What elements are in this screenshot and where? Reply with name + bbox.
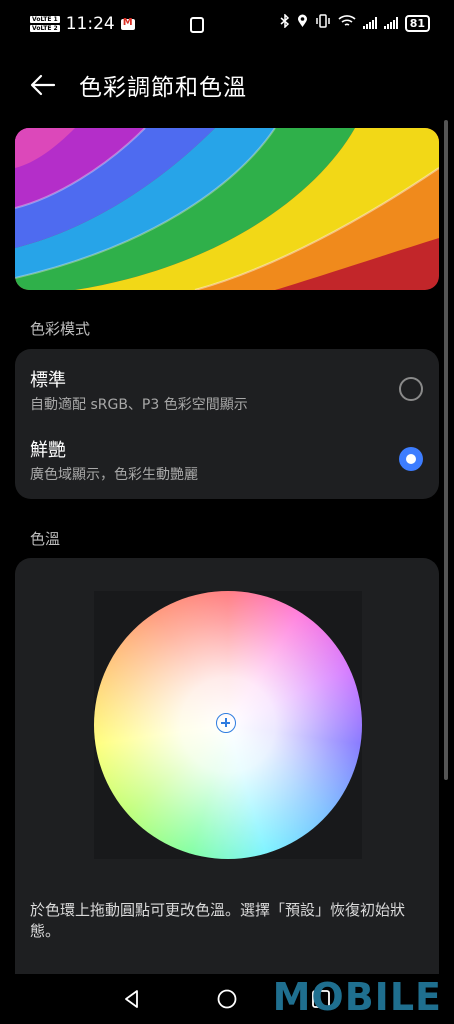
back-arrow-icon[interactable] [28,70,58,100]
mode-option-description: 廣色域顯示，色彩生動艷麗 [30,467,198,483]
mode-option-vivid[interactable]: 鮮艷 廣色域顯示，色彩生動艷麗 [15,423,439,495]
mobile-watermark-logo: MOBILE [272,975,442,1019]
vibrate-icon [315,14,331,32]
nfc-icon [190,17,204,33]
radio-standard[interactable] [399,377,423,401]
mode-option-title: 標準 [30,370,66,391]
nav-home-icon[interactable] [216,988,238,1010]
color-temperature-section-label: 色溫 [30,530,61,548]
color-temperature-hint: 於色環上拖動圓點可更改色溫。選擇「預設」恢復初始狀態。 [30,901,406,940]
color-temperature-card: 於色環上拖動圓點可更改色溫。選擇「預設」恢復初始狀態。 [15,558,439,998]
navigation-bar: MOBILE [0,974,454,1024]
status-right: 81 [280,13,430,32]
signal-1-icon [362,17,377,29]
page-title: 色彩調節和色溫 [79,75,247,101]
color-wheel-handle[interactable] [216,713,236,733]
mode-option-description: 自動適配 sRGB、P3 色彩空間顯示 [30,397,248,413]
mode-option-title: 鮮艷 [30,440,66,461]
mode-option-standard[interactable]: 標準 自動適配 sRGB、P3 色彩空間顯示 [15,349,439,421]
color-mode-card: 標準 自動適配 sRGB、P3 色彩空間顯示 鮮艷 廣色域顯示，色彩生動艷麗 [15,349,439,499]
status-bar: VoLTE 1 VoLTE 2 11:24 81 [0,0,454,56]
color-banner-image [15,128,439,290]
nav-back-icon[interactable] [121,988,143,1010]
radio-vivid[interactable] [399,447,423,471]
screen: VoLTE 1 VoLTE 2 11:24 81 [0,0,454,1024]
battery-indicator: 81 [404,14,430,32]
color-wheel-area [94,591,362,859]
status-left: VoLTE 1 VoLTE 2 11:24 [30,14,135,34]
status-time: 11:24 [65,14,115,34]
volte-indicators: VoLTE 1 VoLTE 2 [30,16,60,32]
color-mode-section-label: 色彩模式 [30,320,91,338]
signal-2-icon [383,17,398,29]
scrollbar[interactable] [444,120,448,780]
volte-1-badge: VoLTE 1 [30,16,60,23]
gmail-icon [120,17,135,30]
location-icon [297,14,308,32]
wifi-icon [338,14,356,32]
app-header: 色彩調節和色溫 [0,56,454,114]
volte-2-badge: VoLTE 2 [30,25,60,32]
bluetooth-icon [280,13,290,32]
